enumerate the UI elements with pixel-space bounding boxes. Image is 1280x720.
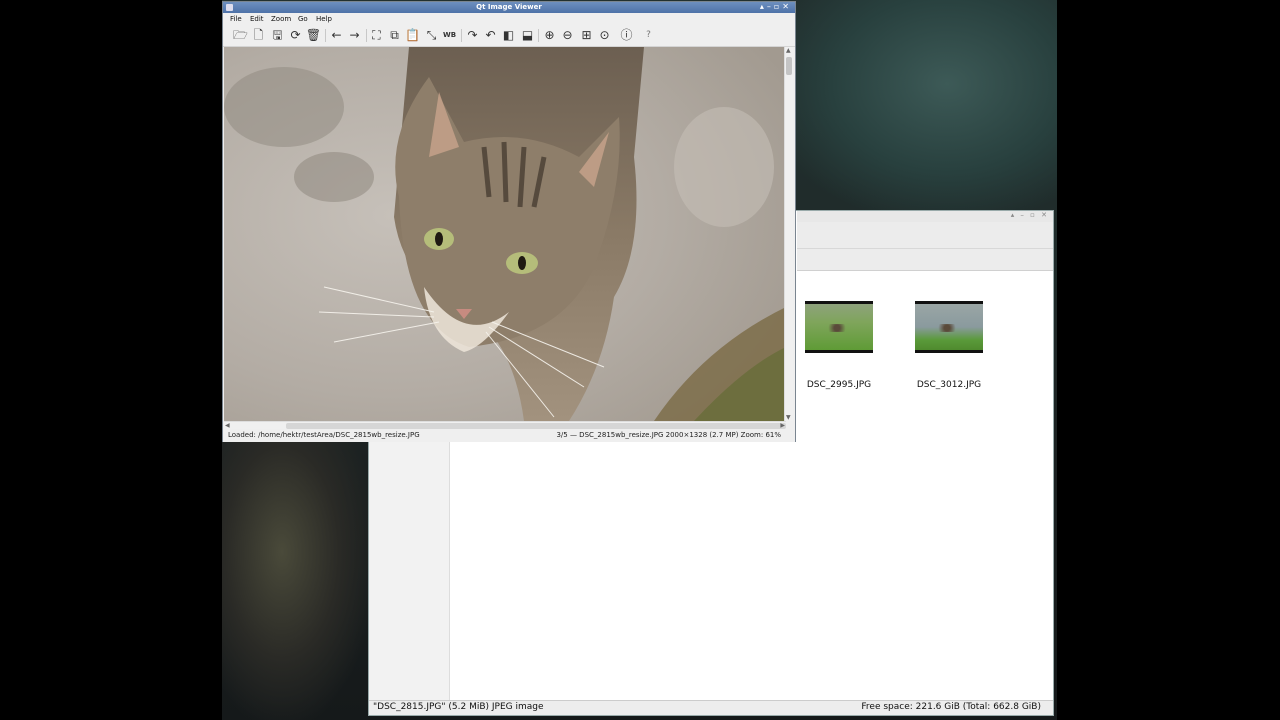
viewer-toolbar: 🗁 🗋 🖫 ⟳ 🗑 ← → ⛶ ⧉ 📋 ⤡ WB ↷ ↶ ◧ ⬓ ⊕ ⊖ ⊞ ⊙… (223, 25, 795, 47)
duck-figures (823, 324, 851, 332)
file-manager-toolbar (797, 222, 1053, 271)
scroll-left-arrow-icon[interactable]: ◀ (225, 422, 230, 429)
scroll-down-arrow-icon[interactable]: ▼ (786, 414, 791, 421)
rotate-left-icon[interactable]: ↶ (482, 27, 499, 44)
reload-icon[interactable]: ⟳ (287, 27, 304, 44)
toolbar-separator (325, 29, 326, 42)
help-icon[interactable]: ? (640, 27, 657, 44)
vertical-scroll-thumb[interactable] (786, 57, 792, 75)
rotate-right-icon[interactable]: ↷ (464, 27, 481, 44)
desktop-wallpaper-glow (222, 440, 372, 720)
toolbar-separator (366, 29, 367, 42)
flip-vertical-icon[interactable]: ⬓ (519, 27, 536, 44)
toolbar-divider (797, 248, 1053, 249)
menu-zoom[interactable]: Zoom (271, 15, 291, 23)
duck-figures (933, 324, 961, 332)
menu-bar: File Edit Zoom Go Help (223, 13, 795, 25)
window-buttons[interactable]: ▴ – ▫ ✕ (1011, 211, 1049, 219)
white-balance-icon[interactable]: WB (441, 27, 458, 44)
thumbnail-label[interactable]: DSC_3012.JPG (899, 380, 999, 390)
save-icon[interactable]: 🖫 (269, 27, 286, 44)
new-file-icon[interactable]: 🗋 (250, 27, 267, 44)
fit-to-window-icon[interactable]: ⊞ (578, 27, 595, 44)
crop-icon[interactable]: ⛶ (368, 27, 385, 44)
scroll-up-arrow-icon[interactable]: ▲ (786, 47, 791, 54)
loaded-file-path: Loaded: /home/hektr/testArea/DSC_2815wb_… (228, 431, 420, 439)
viewer-titlebar[interactable]: Qt Image Viewer ▴–▫✕ (223, 2, 795, 13)
zoom-out-icon[interactable]: ⊖ (559, 27, 576, 44)
desktop-wallpaper-teal (782, 0, 1057, 210)
free-space-info: Free space: 221.6 GiB (Total: 662.8 GiB) (861, 702, 1041, 712)
toolbar-separator (538, 29, 539, 42)
resize-icon[interactable]: ⤡ (423, 27, 440, 44)
viewer-statusbar: Loaded: /home/hektr/testArea/DSC_2815wb_… (223, 429, 795, 442)
vertical-scrollbar[interactable]: ▲ ▼ (784, 47, 793, 421)
next-arrow-icon[interactable]: → (346, 27, 363, 44)
flip-horizontal-icon[interactable]: ◧ (500, 27, 517, 44)
paste-icon[interactable]: 📋 (404, 27, 421, 44)
cat-photo (224, 47, 786, 421)
thumbnail-image[interactable] (915, 301, 983, 353)
thumbnail-image[interactable] (805, 301, 873, 353)
menu-file[interactable]: File (230, 15, 242, 23)
info-icon[interactable]: ⓘ (618, 27, 635, 44)
previous-arrow-icon[interactable]: ← (328, 27, 345, 44)
window-title: Qt Image Viewer (476, 3, 542, 11)
open-folder-icon[interactable]: 🗁 (232, 27, 249, 44)
toolbar-separator (461, 29, 462, 42)
image-viewer-window[interactable]: Qt Image Viewer ▴–▫✕ File Edit Zoom Go H… (222, 1, 796, 442)
zoom-in-icon[interactable]: ⊕ (541, 27, 558, 44)
menu-go[interactable]: Go (298, 15, 308, 23)
copy-icon[interactable]: ⧉ (386, 27, 403, 44)
file-manager-statusbar: "DSC_2815.JPG" (5.2 MiB) JPEG image Free… (369, 700, 1053, 715)
menu-edit[interactable]: Edit (250, 15, 264, 23)
original-size-icon[interactable]: ⊙ (596, 27, 613, 44)
image-canvas[interactable] (224, 47, 786, 421)
menu-help[interactable]: Help (316, 15, 332, 23)
image-info: 3/5 — DSC_2815wb_resize.JPG 2000×1328 (2… (556, 431, 781, 439)
thumbnail-label[interactable]: DSC_2995.JPG (789, 380, 889, 390)
scroll-right-arrow-icon[interactable]: ▶ (780, 422, 785, 429)
selected-file-info: "DSC_2815.JPG" (5.2 MiB) JPEG image (373, 702, 544, 712)
window-controls[interactable]: ▴–▫✕ (760, 2, 792, 11)
delete-icon[interactable]: 🗑 (305, 27, 322, 44)
